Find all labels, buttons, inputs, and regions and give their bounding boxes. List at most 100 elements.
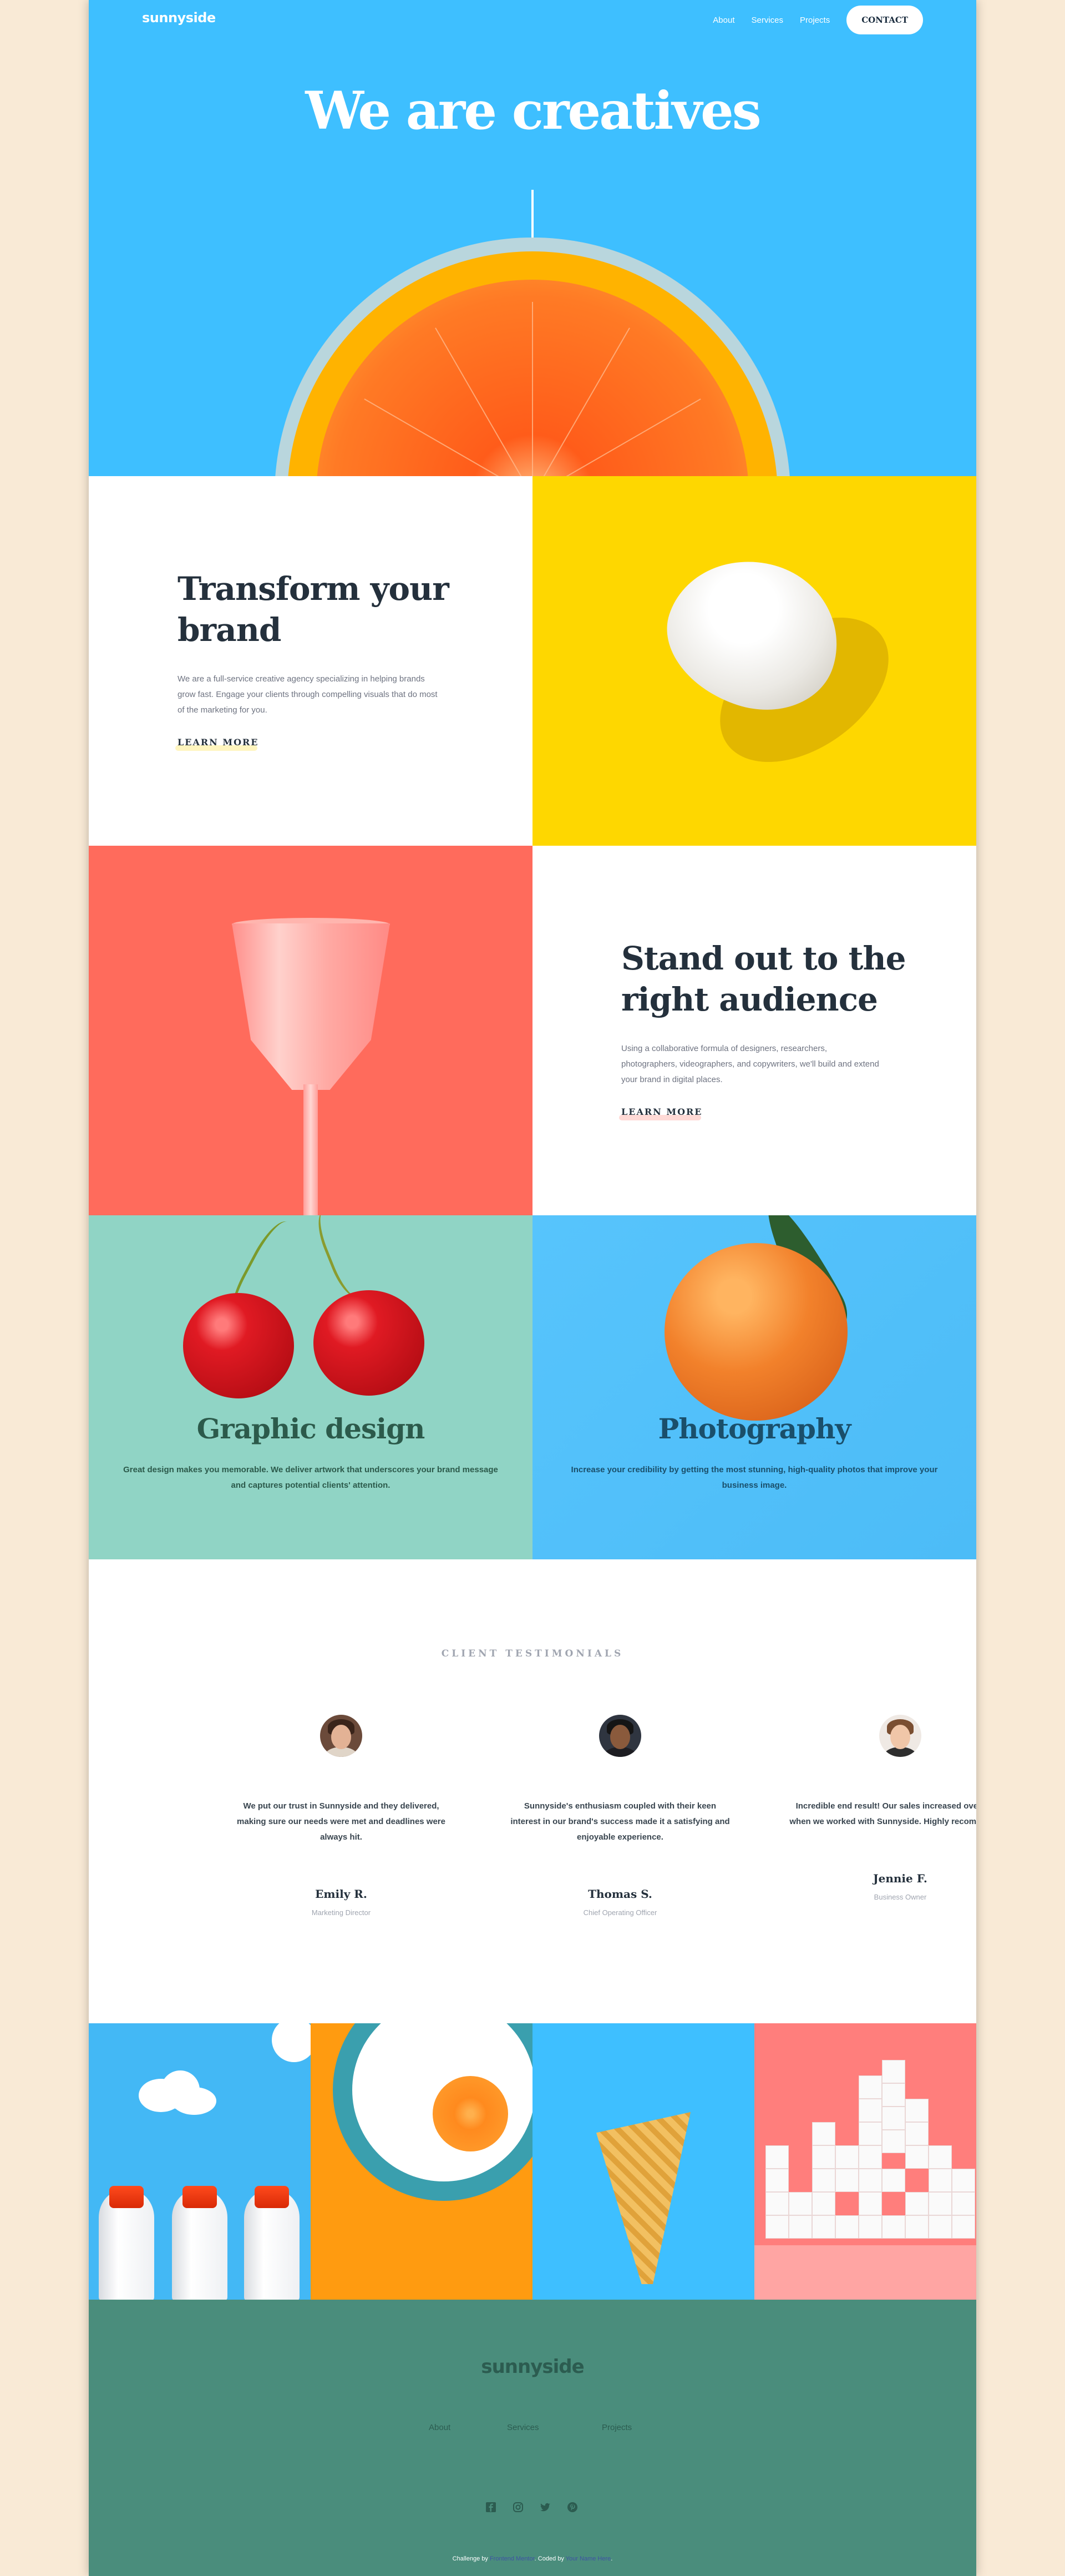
sugar-cube <box>765 2169 789 2192</box>
transform-learn-more-link[interactable]: LEARN MORE <box>178 737 259 747</box>
sugar-cube <box>812 2122 835 2145</box>
avatar-face <box>890 1725 910 1749</box>
sugar-cube <box>859 2145 882 2169</box>
logo[interactable]: sunnyside <box>142 10 216 26</box>
bottle-cap <box>182 2186 217 2208</box>
instagram-icon[interactable] <box>513 2502 524 2513</box>
footer-link-about[interactable]: About <box>429 2423 450 2432</box>
transform-title-line2: brand <box>178 611 281 649</box>
table-surface <box>754 2245 976 2300</box>
sugar-cube <box>859 2215 882 2239</box>
sugar-cube <box>812 2192 835 2215</box>
credit-mid: . Coded by <box>534 2555 564 2562</box>
photography-title: Photography <box>658 1412 851 1445</box>
credit-prefix: Challenge by <box>452 2555 488 2562</box>
testimonials-heading: CLIENT TESTIMONIALS <box>441 1648 624 1659</box>
footer-link-projects[interactable]: Projects <box>602 2423 632 2432</box>
credit-suffix: . <box>611 2555 613 2562</box>
sugar-cube <box>905 2099 929 2122</box>
footer: sunnyside About Services Projects Challe… <box>89 2300 976 2576</box>
cherry-stem <box>311 1215 379 1303</box>
testimonial-quote: We put our trust in Sunnyside and they d… <box>237 1801 445 1842</box>
sugar-cube <box>905 2192 929 2215</box>
testimonial-role: Chief Operating Officer <box>583 1908 657 1917</box>
nav-about[interactable]: About <box>713 16 734 25</box>
pinterest-icon[interactable] <box>567 2502 578 2513</box>
sugar-cube <box>905 2145 929 2169</box>
orange-segment <box>532 302 533 476</box>
cloud <box>172 2087 216 2115</box>
sugar-cube <box>835 2169 859 2192</box>
sugar-cube <box>882 2107 905 2130</box>
avatar <box>879 1715 921 1757</box>
sugar-cube <box>952 2169 975 2192</box>
sugar-cube <box>929 2215 952 2239</box>
sugar-cube <box>929 2145 952 2169</box>
sugar-cube <box>905 2215 929 2239</box>
glass-stem <box>303 1084 318 1215</box>
graphic-design-text: Great design makes you memorable. We del… <box>123 1465 498 1490</box>
sugar-cube <box>835 2145 859 2169</box>
graphic-design-tile: Graphic design Great design makes you me… <box>89 1215 532 1559</box>
standout-title-line2: right audience <box>621 981 878 1018</box>
testimonial-name: Thomas S. <box>588 1887 652 1901</box>
sugar-cube <box>812 2169 835 2192</box>
orange-slice <box>433 2076 508 2151</box>
sugar-cube <box>882 2130 905 2153</box>
avatar-face <box>610 1725 630 1749</box>
testimonial-name: Emily R. <box>315 1887 367 1901</box>
attribution: Challenge by Frontend Mentor. Coded by Y… <box>89 2555 976 2562</box>
sugar-cube <box>952 2215 975 2239</box>
frontend-mentor-link[interactable]: Frontend Mentor <box>490 2555 535 2562</box>
sugar-cube <box>789 2215 812 2239</box>
testimonial-quote: Incredible end result! Our sales increas… <box>789 1801 976 1826</box>
footer-logo[interactable]: sunnyside <box>89 2356 976 2378</box>
sugar-cube <box>765 2215 789 2239</box>
sugar-cube <box>952 2192 975 2215</box>
gallery-milk-image <box>89 2023 311 2300</box>
main-nav: About Services Projects CONTACT <box>713 6 923 34</box>
gallery-orange-plate-image <box>311 2023 532 2300</box>
standout-title-line1: Stand out to the <box>621 940 906 977</box>
cherry-image <box>313 1290 424 1396</box>
avatar <box>599 1715 641 1757</box>
sugar-cube <box>882 2169 905 2192</box>
hero-title: We are creatives <box>305 80 761 142</box>
ice-cream-cone <box>596 2112 691 2284</box>
sugar-cube <box>859 2192 882 2215</box>
nav-services[interactable]: Services <box>751 16 783 25</box>
sugar-cube <box>882 2060 905 2083</box>
standout-learn-more-link[interactable]: LEARN MORE <box>621 1107 703 1117</box>
egg-image <box>532 476 976 846</box>
glass-cup <box>232 923 390 1090</box>
bottle-cap <box>109 2186 144 2208</box>
testimonial-quote: Sunnyside's enthusiasm coupled with thei… <box>510 1801 730 1842</box>
transform-section: Transform your brand We are a full-servi… <box>89 476 532 846</box>
standout-section: Stand out to the right audience Using a … <box>532 846 976 1215</box>
sugar-cube <box>812 2215 835 2239</box>
gallery-sugar-cubes-image <box>754 2023 976 2300</box>
sugar-cube <box>905 2122 929 2145</box>
contact-button[interactable]: CONTACT <box>846 6 923 34</box>
testimonial-card: We put our trust in Sunnyside and they d… <box>225 1715 458 1917</box>
sugar-cube <box>929 2192 952 2215</box>
bottle-cap <box>255 2186 289 2208</box>
sugar-cube <box>859 2075 882 2099</box>
testimonial-card: Sunnyside's enthusiasm coupled with thei… <box>504 1715 737 1917</box>
footer-link-services[interactable]: Services <box>507 2423 539 2432</box>
twitter-icon[interactable] <box>540 2502 551 2513</box>
sugar-cube <box>859 2169 882 2192</box>
author-link[interactable]: Your Name Here <box>566 2555 611 2562</box>
sugar-cube <box>882 2215 905 2239</box>
cherry-image <box>183 1293 294 1398</box>
photography-text: Increase your credibility by getting the… <box>571 1465 938 1490</box>
sugar-cube <box>765 2192 789 2215</box>
nav-projects[interactable]: Projects <box>800 16 830 25</box>
testimonial-role: Marketing Director <box>311 1908 371 1917</box>
facebook-icon[interactable] <box>485 2502 496 2513</box>
sugar-cube <box>765 2145 789 2169</box>
gallery-cone-image <box>532 2023 754 2300</box>
sugar-cube <box>835 2215 859 2239</box>
sugar-cube <box>859 2122 882 2145</box>
photography-tile: Photography Increase your credibility by… <box>532 1215 976 1559</box>
